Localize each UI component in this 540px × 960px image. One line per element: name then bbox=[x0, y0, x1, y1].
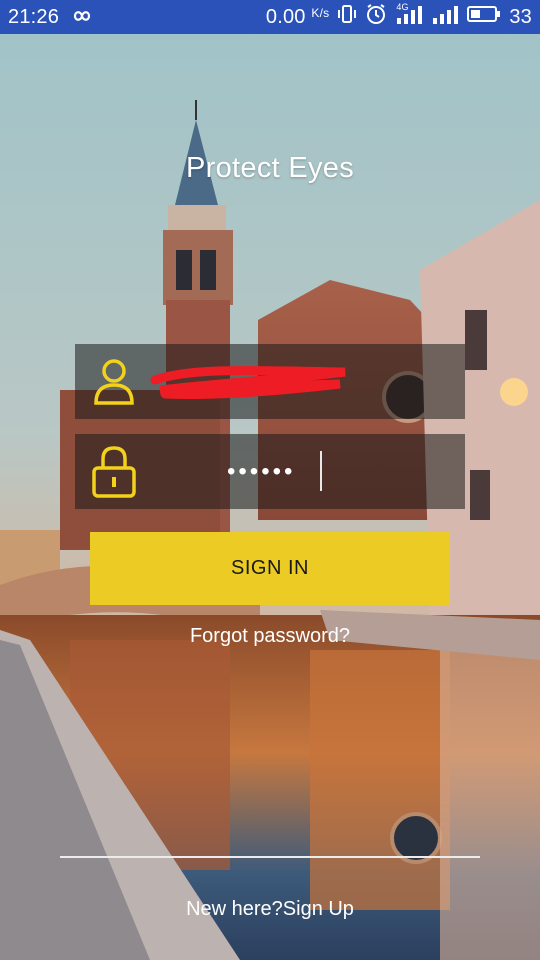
sign-in-button[interactable]: SIGN IN bbox=[90, 532, 450, 605]
battery-icon bbox=[467, 5, 501, 29]
network-speed-value: 0.00 bbox=[265, 5, 306, 28]
text-cursor bbox=[320, 451, 322, 491]
lock-icon bbox=[75, 434, 153, 509]
sign-up-link[interactable]: New here?Sign Up bbox=[0, 898, 540, 921]
network-type: 4G bbox=[396, 2, 409, 12]
user-icon bbox=[75, 344, 153, 419]
alarm-icon bbox=[365, 3, 387, 31]
forgot-password-link[interactable]: Forgot password? bbox=[0, 625, 540, 648]
network-speed-unit: K/s bbox=[311, 5, 330, 20]
redaction-mark bbox=[150, 365, 346, 399]
signal-icon bbox=[431, 4, 459, 30]
network-speed: 0.00 K/s bbox=[266, 6, 329, 29]
infinity-icon bbox=[69, 6, 95, 29]
divider bbox=[60, 856, 480, 858]
password-field[interactable]: •••••• bbox=[75, 434, 465, 509]
signal-icon: 4G bbox=[395, 2, 423, 30]
app-title: Protect Eyes bbox=[186, 152, 354, 184]
password-input[interactable]: •••••• bbox=[227, 458, 295, 486]
battery-level: 33 bbox=[509, 5, 532, 28]
vibrate-icon bbox=[337, 4, 357, 30]
status-bar: 21:26 0.00 K/s 4G 33 bbox=[0, 0, 540, 34]
status-time: 21:26 bbox=[8, 5, 60, 28]
